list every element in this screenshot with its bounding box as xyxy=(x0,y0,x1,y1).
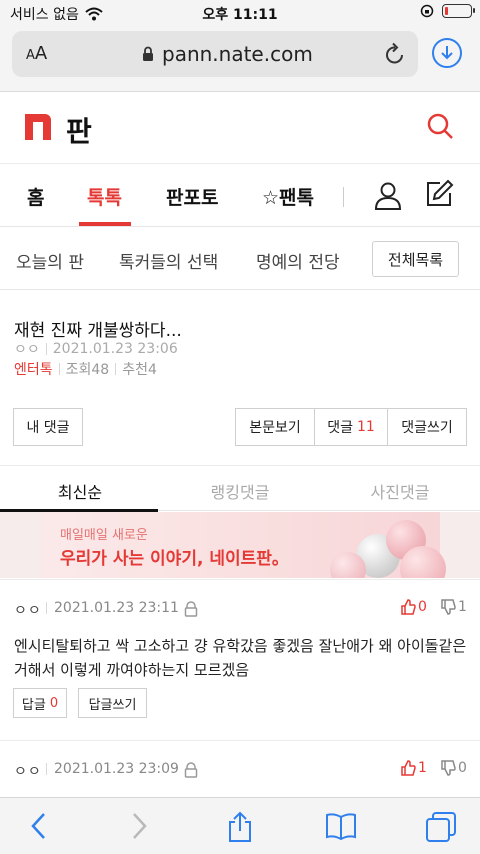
view-body-button[interactable]: 본문보기 xyxy=(235,408,315,446)
share-icon[interactable] xyxy=(226,811,254,843)
article-header: 재현 진짜 개불쌍하다... ㅇㅇ 2021.01.23 23:06 엔터톡 조… xyxy=(0,291,480,403)
comment-author: ㅇㅇ xyxy=(14,603,42,619)
all-list-button[interactable]: 전체목록 xyxy=(372,241,459,277)
nate-logo-icon[interactable] xyxy=(25,114,51,140)
user-icon[interactable] xyxy=(374,181,402,211)
meta-divider xyxy=(58,363,60,375)
thumbs-up-icon xyxy=(401,760,416,776)
sub-nav-today[interactable]: 오늘의 판 xyxy=(16,248,84,273)
url-text: pann.nate.com xyxy=(162,42,313,66)
status-bar: 서비스 없음 오후 11:11 xyxy=(0,0,480,26)
like-button[interactable]: 0 xyxy=(400,599,427,615)
article-title: 재현 진짜 개불쌍하다... xyxy=(14,321,182,341)
meta-divider xyxy=(115,363,117,375)
comments-button[interactable]: 댓글 11 xyxy=(314,408,388,446)
sub-nav-hall-of-fame[interactable]: 명예의 전당 xyxy=(256,248,340,273)
comment-date: 2021.01.23 23:09 xyxy=(54,761,179,777)
banner-subtitle: 매일매일 새로운 xyxy=(60,528,148,543)
dislike-button[interactable]: 0 xyxy=(440,760,467,776)
forward-icon[interactable] xyxy=(128,811,150,841)
orientation-lock-icon xyxy=(420,4,434,18)
browser-toolbar xyxy=(0,797,480,854)
thumbs-down-icon xyxy=(441,760,456,776)
reply-count: 0 xyxy=(49,695,59,711)
address-bar[interactable]: AA pann.nate.com xyxy=(12,31,418,77)
comment-item: ㅇㅇ 2021.01.23 23:11 0 1 엔시티탈퇴하고 싹 고소하고 걍… xyxy=(0,579,480,739)
article-author: ㅇㅇ xyxy=(14,342,40,358)
battery-icon xyxy=(442,4,475,18)
site-logo-text[interactable]: 판 xyxy=(66,110,92,150)
download-button[interactable] xyxy=(432,38,462,68)
like-count: 1 xyxy=(418,760,427,776)
comment-author: ㅇㅇ xyxy=(14,764,42,780)
promo-banner[interactable]: 매일매일 새로운 우리가 사는 이야기, 네이트판。 xyxy=(0,512,480,578)
banner-headline: 우리가 사는 이야기, 네이트판。 xyxy=(60,549,289,569)
thumbs-down-icon xyxy=(441,599,456,615)
reload-icon[interactable] xyxy=(384,42,406,66)
article-views: 조회48 xyxy=(65,362,110,378)
sub-nav-talkers-choice[interactable]: 톡커들의 선택 xyxy=(119,248,218,273)
bookmarks-icon[interactable] xyxy=(325,811,357,841)
like-count: 0 xyxy=(418,599,427,615)
meta-divider xyxy=(46,602,47,614)
meta-divider xyxy=(46,763,47,775)
comments-label: 댓글 xyxy=(327,420,353,436)
tab-latest[interactable]: 최신순 xyxy=(0,479,160,503)
reply-button[interactable]: 답글 0 xyxy=(13,688,67,718)
write-comment-button[interactable]: 댓글쓰기 xyxy=(387,408,467,446)
report-icon[interactable] xyxy=(184,762,198,778)
search-icon[interactable] xyxy=(426,112,454,140)
meta-divider xyxy=(45,343,47,355)
lock-icon xyxy=(143,46,153,61)
clock: 오후 11:11 xyxy=(202,7,278,23)
write-reply-button[interactable]: 답글쓰기 xyxy=(78,688,147,718)
tab-pann-photo[interactable]: 판포토 xyxy=(166,183,218,210)
reply-label: 답글 xyxy=(21,697,46,713)
report-icon[interactable] xyxy=(184,601,198,617)
thumbs-up-icon xyxy=(401,599,416,615)
back-icon[interactable] xyxy=(28,811,50,841)
dislike-count: 0 xyxy=(458,760,467,776)
comments-count: 11 xyxy=(356,419,375,435)
write-icon[interactable] xyxy=(424,179,454,209)
download-icon xyxy=(441,46,453,60)
tabs-icon[interactable] xyxy=(425,811,457,843)
tab-home[interactable]: 홈 xyxy=(27,183,44,210)
my-comments-button[interactable]: 내 댓글 xyxy=(13,408,83,446)
dislike-count: 1 xyxy=(458,599,467,615)
site-header: 판 xyxy=(0,92,480,164)
comment-text: 엔시티탈퇴하고 싹 고소하고 걍 유학갔음 좋겠음 잘난애가 왜 아이돌같은거해… xyxy=(14,637,467,679)
tab-fan-talk[interactable]: ☆팬톡 xyxy=(262,183,314,210)
tab-photo-comments[interactable]: 사진댓글 xyxy=(320,479,480,503)
article-category[interactable]: 엔터톡 xyxy=(14,359,53,379)
comment-date: 2021.01.23 23:11 xyxy=(54,600,179,616)
tab-toktok[interactable]: 톡톡 xyxy=(87,183,122,210)
comment-sort-tabs: 최신순 랭킹댓글 사진댓글 xyxy=(0,465,480,512)
dislike-button[interactable]: 1 xyxy=(440,599,467,615)
comment-item: ㅇㅇ 2021.01.23 23:09 1 0 xyxy=(0,740,480,797)
tab-ranking[interactable]: 랭킹댓글 xyxy=(160,479,320,503)
nav-divider xyxy=(343,187,344,207)
active-tab-indicator xyxy=(79,222,131,226)
main-nav: 홈 톡톡 판포토 ☆팬톡 xyxy=(0,165,480,227)
page: 서비스 없음 오후 11:11 AA pann.nate.com 판 홈 톡톡 … xyxy=(0,0,480,854)
article-recommends: 추천4 xyxy=(122,362,157,378)
sub-nav: 오늘의 판 톡커들의 선택 명예의 전당 전체목록 xyxy=(0,228,480,290)
like-button[interactable]: 1 xyxy=(400,760,427,776)
browser-chrome: 서비스 없음 오후 11:11 AA pann.nate.com xyxy=(0,0,480,92)
text-size-button[interactable]: AA xyxy=(26,43,47,64)
article-date: 2021.01.23 23:06 xyxy=(52,341,178,357)
